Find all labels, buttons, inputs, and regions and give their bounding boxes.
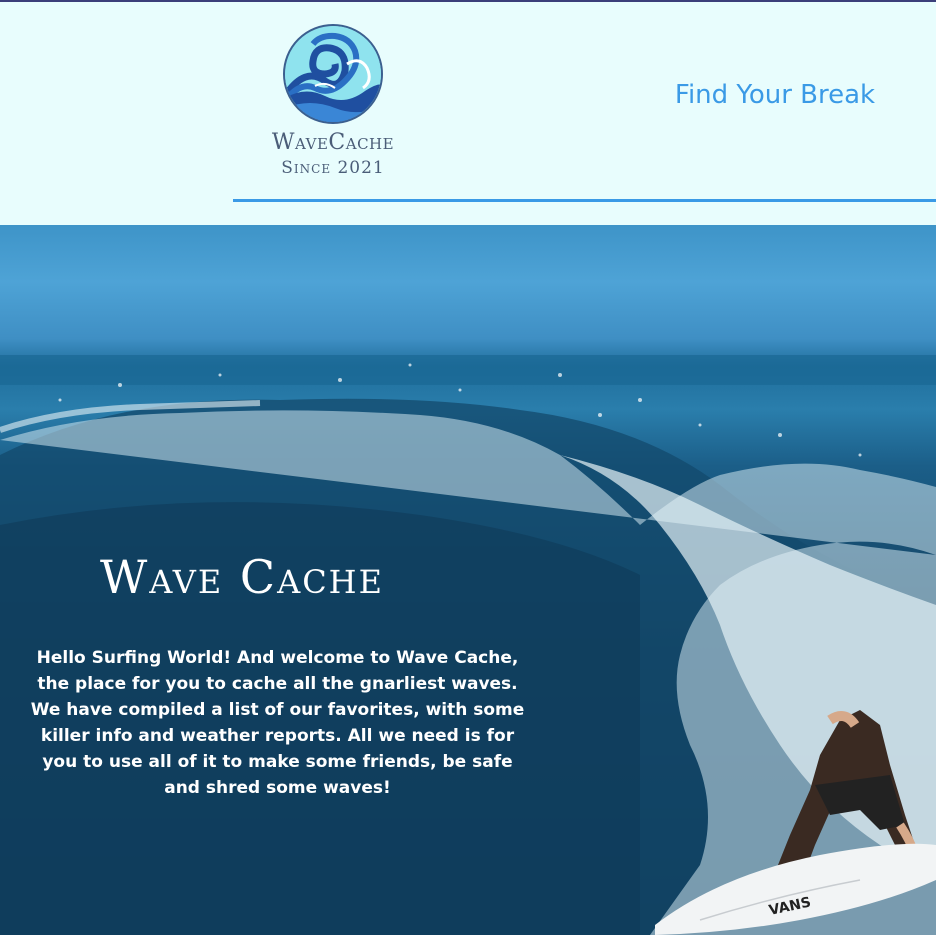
site-logo[interactable]: WaveCache Since 2021: [248, 22, 418, 182]
hero-title: Wave Cache: [100, 550, 384, 604]
site-header: WaveCache Since 2021 Find Your Break: [0, 0, 936, 225]
hero-description: Hello Surfing World! And welcome to Wave…: [30, 648, 525, 798]
logo-brand-name: WaveCache: [271, 130, 395, 155]
hero-section: VANS Wave Cache Hello Surfing World! And…: [0, 225, 936, 935]
wave-logo-icon: [283, 24, 383, 124]
logo-since-text: Since 2021: [281, 158, 385, 178]
nav-find-your-break[interactable]: Find Your Break: [630, 80, 920, 110]
nav-underline-divider: [233, 199, 936, 202]
